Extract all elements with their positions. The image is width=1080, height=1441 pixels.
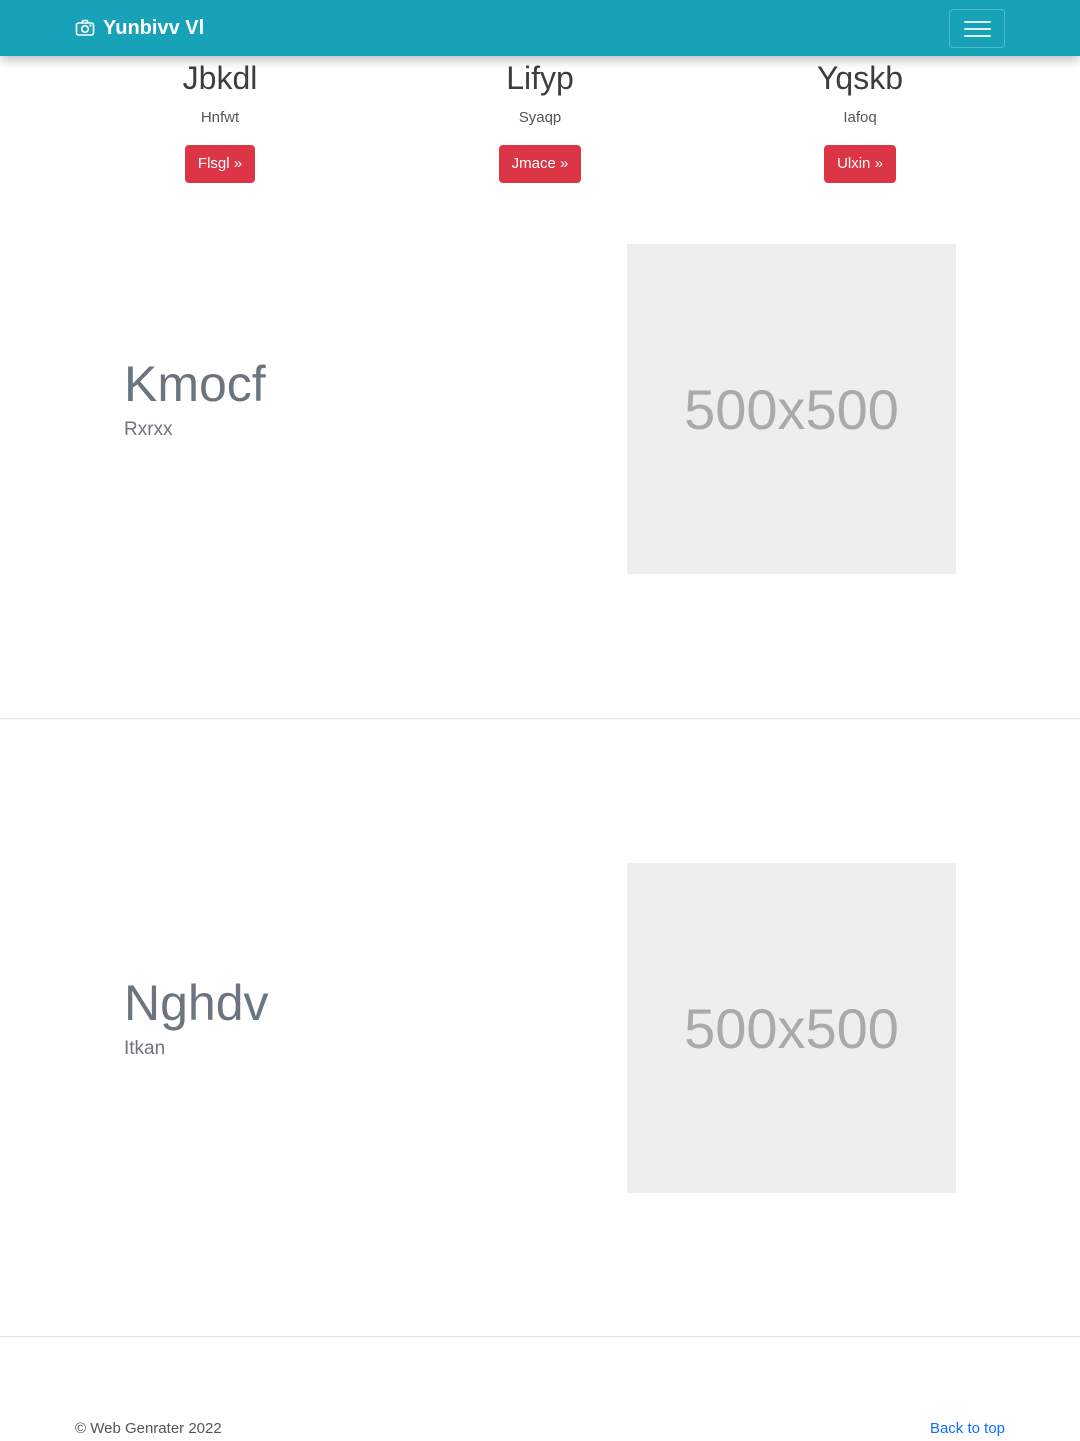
feature-column-1: Jbkdl Hnfwt Flsgl » [90,56,350,183]
hamburger-icon-bar [964,35,991,37]
feature-column-3: Yqskb Iafoq Ulxin » [730,56,990,183]
hamburger-icon-bar [964,28,991,30]
featurette-image-placeholder: 500x500 [627,863,956,1193]
feature-title: Yqskb [817,60,903,96]
feature-button[interactable]: Jmace » [498,145,582,183]
placeholder-label: 500x500 [684,996,899,1060]
navbar-brand[interactable]: Yunbivv Vl [75,14,204,42]
footer-divider [0,1336,1080,1337]
feature-column-2: Lifyp Syaqp Jmace » [410,56,670,183]
placeholder-label: 500x500 [684,377,899,441]
featurette-2-text: Nghdv Itkan [124,975,269,1061]
featurette-image-placeholder: 500x500 [627,244,956,574]
navbar-toggler-button[interactable] [949,9,1005,48]
back-to-top-link[interactable]: Back to top [930,1419,1005,1439]
featurette-1-text: Kmocf Rxrxx [124,356,266,442]
feature-title: Jbkdl [182,60,258,96]
featurette-lead: Itkan [124,1038,166,1059]
feature-text: Syaqp [518,109,562,126]
featurette-heading: Nghdv [124,975,269,1031]
feature-text: Iafoq [843,109,877,126]
feature-button[interactable]: Ulxin » [824,145,896,183]
copyright-text: © Web Genrater 2022 [75,1420,222,1437]
feature-text: Hnfwt [200,109,240,126]
feature-title: Lifyp [506,60,574,96]
featurette-heading: Kmocf [124,356,266,412]
feature-button[interactable]: Flsgl » [184,145,256,183]
featurette-lead: Rxrxx [124,419,173,440]
camera-icon [75,18,95,38]
featurette-divider [0,718,1080,719]
brand-name: Yunbivv Vl [103,16,205,39]
navbar: Yunbivv Vl [0,0,1080,56]
hamburger-icon [964,21,991,23]
